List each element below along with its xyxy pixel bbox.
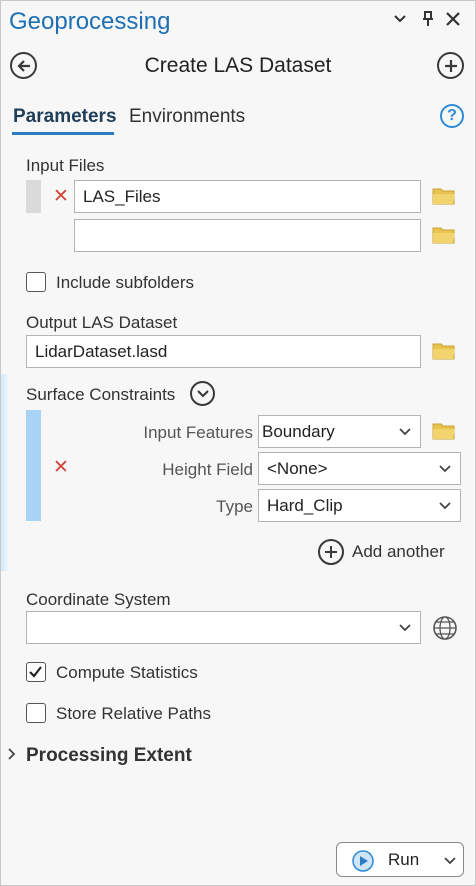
pin-icon[interactable] bbox=[420, 10, 436, 33]
type-value: Hard_Clip bbox=[267, 495, 343, 515]
type-select[interactable]: Hard_Clip bbox=[258, 489, 461, 522]
compute-statistics-checkbox[interactable] bbox=[26, 662, 46, 682]
run-button[interactable]: Run bbox=[336, 842, 464, 877]
tool-title: Create LAS Dataset bbox=[144, 54, 332, 77]
help-icon[interactable]: ? bbox=[440, 104, 464, 128]
add-another-button[interactable]: Add another bbox=[318, 538, 458, 565]
browse-folder-icon[interactable] bbox=[432, 225, 456, 250]
include-subfolders-checkbox[interactable] bbox=[26, 272, 46, 292]
close-icon[interactable] bbox=[444, 10, 462, 33]
surface-constraints-label: Surface Constraints bbox=[26, 385, 176, 404]
chevron-down-icon bbox=[399, 428, 411, 436]
browse-folder-icon[interactable] bbox=[432, 341, 456, 366]
add-tool-button[interactable] bbox=[437, 52, 464, 79]
row-drag-handle[interactable] bbox=[26, 180, 41, 213]
tab-parameters[interactable]: Parameters bbox=[13, 106, 117, 128]
tab-environments[interactable]: Environments bbox=[129, 106, 245, 128]
globe-icon[interactable] bbox=[432, 615, 458, 646]
chevron-down-icon bbox=[439, 465, 451, 473]
section-highlight-bar bbox=[0, 374, 8, 571]
constraint-row-strip[interactable] bbox=[26, 410, 41, 521]
pane-title: Geoprocessing bbox=[9, 8, 171, 35]
run-options-chevron-icon[interactable] bbox=[443, 854, 457, 868]
compute-statistics-label: Compute Statistics bbox=[56, 663, 198, 682]
remove-constraint-icon[interactable]: ✕ bbox=[53, 456, 69, 479]
checkmark-icon bbox=[29, 666, 42, 678]
expand-chevron-icon[interactable] bbox=[7, 747, 17, 766]
coordinate-system-select[interactable] bbox=[26, 611, 421, 644]
plus-icon bbox=[444, 59, 457, 72]
store-relative-paths-label: Store Relative Paths bbox=[56, 704, 211, 723]
play-icon bbox=[352, 850, 374, 872]
input-files-label: Input Files bbox=[26, 156, 105, 175]
collapse-button[interactable] bbox=[190, 381, 215, 406]
output-las-dataset-label: Output LAS Dataset bbox=[26, 313, 178, 332]
input-features-label: Input Features bbox=[143, 423, 253, 442]
type-label: Type bbox=[216, 497, 253, 516]
add-another-label: Add another bbox=[352, 541, 445, 561]
store-relative-paths-checkbox[interactable] bbox=[26, 703, 46, 723]
browse-folder-icon[interactable] bbox=[432, 186, 456, 211]
chevron-down-icon bbox=[439, 502, 451, 510]
input-file-field-2[interactable] bbox=[74, 219, 421, 252]
add-circle-icon bbox=[318, 538, 344, 565]
input-file-field-1[interactable]: LAS_Files bbox=[74, 180, 421, 213]
remove-row-icon[interactable]: ✕ bbox=[53, 185, 69, 208]
input-features-select[interactable]: Boundary bbox=[258, 415, 421, 448]
height-field-label: Height Field bbox=[162, 460, 253, 479]
input-features-value: Boundary bbox=[262, 421, 335, 441]
chevron-down-icon bbox=[196, 389, 209, 397]
processing-extent-header[interactable]: Processing Extent bbox=[26, 745, 192, 767]
active-tab-indicator bbox=[12, 132, 114, 135]
chevron-down-icon bbox=[399, 624, 411, 632]
coordinate-system-label: Coordinate System bbox=[26, 590, 171, 609]
pane-options-chevron-icon[interactable] bbox=[392, 10, 408, 31]
run-label: Run bbox=[388, 850, 420, 869]
output-las-dataset-field[interactable]: LidarDataset.lasd bbox=[26, 335, 421, 368]
browse-folder-icon[interactable] bbox=[432, 421, 456, 446]
height-field-value: <None> bbox=[267, 458, 328, 478]
include-subfolders-label: Include subfolders bbox=[56, 273, 194, 292]
height-field-select[interactable]: <None> bbox=[258, 452, 461, 485]
